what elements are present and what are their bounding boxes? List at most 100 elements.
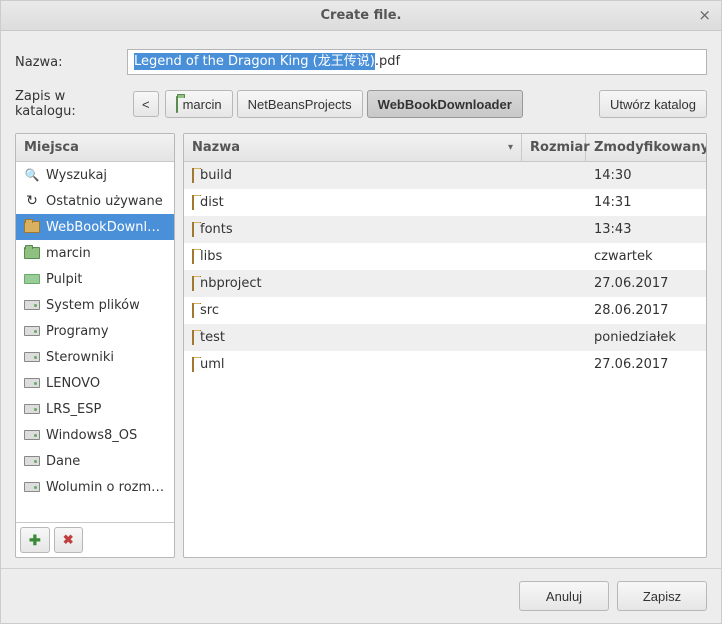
drive-icon [24, 479, 40, 495]
drive-icon [24, 375, 40, 391]
place-label: LRS_ESP [46, 402, 101, 417]
file-name-cell: nbproject [184, 276, 522, 291]
search-icon [24, 167, 40, 183]
breadcrumb-item[interactable]: NetBeansProjects [237, 90, 363, 118]
place-label: Sterowniki [46, 350, 114, 365]
drive-icon [24, 323, 40, 339]
dialog-buttons: Anuluj Zapisz [1, 568, 721, 623]
drive-icon [24, 401, 40, 417]
drive-icon [24, 427, 40, 443]
place-label: System plików [46, 298, 140, 313]
filename-input[interactable]: Legend of the Dragon King (龙王传说).pdf [127, 49, 707, 75]
file-name: test [200, 330, 225, 345]
file-row[interactable]: uml 27.06.2017 [184, 351, 706, 378]
filename-selection: Legend of the Dragon King (龙王传说) [134, 53, 375, 70]
breadcrumb: marcin NetBeansProjects WebBookDownloader [165, 90, 523, 118]
place-label: Programy [46, 324, 109, 339]
breadcrumb-item[interactable]: WebBookDownloader [367, 90, 523, 118]
place-item[interactable]: Dane [16, 448, 174, 474]
file-row[interactable]: test poniedziałek [184, 324, 706, 351]
file-name: src [200, 303, 219, 318]
file-modified-cell: poniedziałek [586, 330, 706, 345]
place-item[interactable]: Pulpit [16, 266, 174, 292]
add-place-button[interactable]: ✚ [20, 527, 50, 553]
path-row: Zapis w katalogu: < marcinNetBeansProjec… [15, 89, 707, 119]
window-title: Create file. [321, 8, 402, 23]
file-list-header: Nazwa▾ Rozmiar Zmodyfikowany [184, 134, 706, 162]
place-label: Wolumin o rozmi... [46, 480, 166, 495]
file-name: libs [200, 249, 222, 264]
place-item[interactable]: Programy [16, 318, 174, 344]
place-item[interactable]: marcin [16, 240, 174, 266]
x-icon: ✖ [63, 532, 74, 548]
places-list[interactable]: Wyszukaj Ostatnio używane WebBookDownlo...… [16, 162, 174, 522]
places-header: Miejsca [16, 134, 174, 162]
file-dialog: Create file. × Nazwa: Legend of the Drag… [0, 0, 722, 624]
place-item[interactable]: Wyszukaj [16, 162, 174, 188]
file-row[interactable]: dist14:31 [184, 189, 706, 216]
file-modified-cell: czwartek [586, 249, 706, 264]
file-name: nbproject [200, 276, 262, 291]
places-footer: ✚ ✖ [16, 522, 174, 557]
file-row[interactable]: src28.06.2017 [184, 297, 706, 324]
column-size[interactable]: Rozmiar [522, 134, 586, 161]
place-item[interactable]: Wolumin o rozmi... [16, 474, 174, 500]
column-name[interactable]: Nazwa▾ [184, 134, 522, 161]
folder-icon [192, 168, 194, 183]
folder-icon [192, 330, 194, 345]
column-modified[interactable]: Zmodyfikowany [586, 134, 706, 161]
recent-icon [24, 193, 40, 209]
breadcrumb-item[interactable]: marcin [165, 90, 233, 118]
drive-icon [24, 349, 40, 365]
file-row[interactable]: libs czwartek [184, 243, 706, 270]
file-row[interactable]: fonts13:43 [184, 216, 706, 243]
folder-icon [192, 303, 194, 318]
file-name-cell: uml [184, 357, 522, 372]
breadcrumb-label: WebBookDownloader [378, 97, 512, 112]
breadcrumb-label: marcin [183, 97, 222, 112]
file-name-cell: test [184, 330, 522, 345]
place-item[interactable]: System plików [16, 292, 174, 318]
cancel-button[interactable]: Anuluj [519, 581, 609, 611]
place-label: LENOVO [46, 376, 100, 391]
sort-indicator-icon: ▾ [508, 142, 513, 153]
folder-icon [192, 276, 194, 291]
home-folder-icon [24, 245, 40, 261]
file-modified-cell: 27.06.2017 [586, 276, 706, 291]
place-item[interactable]: LENOVO [16, 370, 174, 396]
chevron-left-icon: < [142, 97, 150, 112]
place-item[interactable]: Windows8_OS [16, 422, 174, 448]
places-sidebar: Miejsca Wyszukaj Ostatnio używane WebBookD… [15, 133, 175, 558]
file-name-cell: build [184, 168, 522, 183]
place-label: Ostatnio używane [46, 194, 163, 209]
create-folder-button[interactable]: Utwórz katalog [599, 90, 707, 118]
file-name-cell: fonts [184, 222, 522, 237]
file-modified-cell: 14:31 [586, 195, 706, 210]
folder-icon [192, 357, 194, 372]
close-icon[interactable]: × [698, 6, 711, 24]
file-modified-cell: 27.06.2017 [586, 357, 706, 372]
file-list-body[interactable]: build 14:30 dist14:31fonts13:43 libs czwarte… [184, 162, 706, 557]
place-label: Pulpit [46, 272, 82, 287]
filename-row: Nazwa: Legend of the Dragon King (龙王传说).… [15, 49, 707, 75]
place-item[interactable]: Sterowniki [16, 344, 174, 370]
file-row[interactable]: nbproject 27.06.2017 [184, 270, 706, 297]
titlebar: Create file. × [1, 1, 721, 31]
folder-icon [24, 219, 40, 235]
place-item[interactable]: Ostatnio używane [16, 188, 174, 214]
plus-icon: ✚ [29, 532, 41, 549]
file-modified-cell: 14:30 [586, 168, 706, 183]
save-button[interactable]: Zapisz [617, 581, 707, 611]
filename-label: Nazwa: [15, 55, 127, 70]
remove-place-button[interactable]: ✖ [54, 527, 83, 553]
place-item[interactable]: LRS_ESP [16, 396, 174, 422]
place-item[interactable]: WebBookDownlo... [16, 214, 174, 240]
dialog-content: Nazwa: Legend of the Dragon King (龙王传说).… [1, 31, 721, 558]
path-back-button[interactable]: < [133, 91, 159, 117]
desktop-icon [24, 271, 40, 287]
place-label: Wyszukaj [46, 168, 107, 183]
place-label: WebBookDownlo... [46, 220, 166, 235]
main-split: Miejsca Wyszukaj Ostatnio używane WebBookD… [15, 133, 707, 558]
file-name-cell: src [184, 303, 522, 318]
file-row[interactable]: build 14:30 [184, 162, 706, 189]
